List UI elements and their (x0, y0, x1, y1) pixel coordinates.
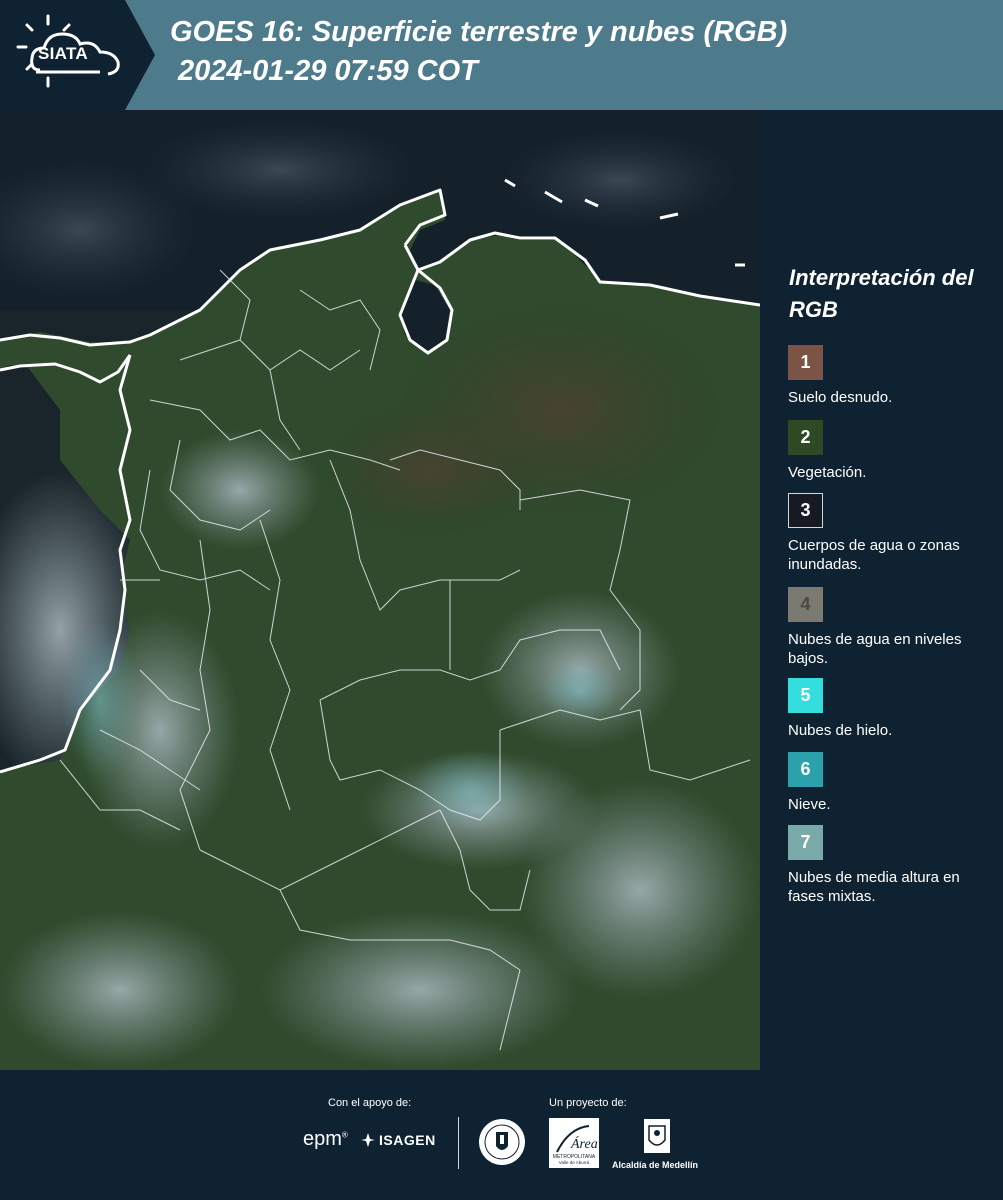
legend-item-1: 1 Suelo desnudo. (788, 345, 998, 407)
legend-swatch: 3 (788, 493, 823, 528)
legend-swatch: 7 (788, 825, 823, 860)
timestamp: 2024-01-29 07:59 COT (178, 55, 478, 87)
legend-item-5: 5 Nubes de hielo. (788, 678, 998, 740)
legend-label: Nubes de media altura en fases mixtas. (788, 869, 960, 905)
area-logo-subtext2: Valle de Aburrá (559, 1160, 590, 1165)
legend-swatch: 1 (788, 345, 823, 380)
legend-title: Interpretación del RGB (789, 265, 974, 322)
project-label: Un proyecto de: (549, 1097, 627, 1109)
legend-label: Vegetación. (788, 464, 867, 481)
epm-logo: epm® (303, 1128, 348, 1150)
university-seal-logo (478, 1118, 526, 1166)
legend-label: Suelo desnudo. (788, 389, 893, 406)
alcaldia-label: Alcaldía de Medellín (612, 1160, 699, 1170)
page: SIATA GOES 16: Superficie terrestre y nu… (0, 0, 1003, 1200)
legend-swatch: 4 (788, 587, 823, 622)
legend-label: Nubes de hielo. (788, 722, 893, 739)
area-logo-text: Área (570, 1135, 598, 1152)
isagen-icon (361, 1133, 375, 1147)
legend-label: Cuerpos de agua o zonas inundadas. (788, 537, 960, 573)
alcaldia-logo (643, 1118, 671, 1154)
logo-text: SIATA (38, 44, 88, 63)
siata-logo: SIATA (0, 0, 155, 110)
footer-divider (458, 1117, 459, 1169)
legend-item-4: 4 Nubes de agua en niveles bajos. (788, 587, 998, 668)
footer: Con el apoyo de: Un proyecto de: epm® IS… (0, 1070, 1003, 1200)
legend-swatch: 2 (788, 420, 823, 455)
legend-item-3: 3 Cuerpos de agua o zonas inundadas. (788, 493, 998, 574)
legend-swatch: 6 (788, 752, 823, 787)
legend-item-7: 7 Nubes de media altura en fases mixtas. (788, 825, 998, 906)
legend-label: Nieve. (788, 796, 831, 813)
satellite-map (0, 110, 760, 1070)
legend-swatch: 5 (788, 678, 823, 713)
header-bar: SIATA GOES 16: Superficie terrestre y nu… (0, 0, 1003, 110)
isagen-logo: ISAGEN (360, 1132, 436, 1148)
area-metropolitana-logo: Área METROPOLITANA Valle de Aburrá (549, 1118, 599, 1168)
legend-item-2: 2 Vegetación. (788, 420, 998, 482)
support-label: Con el apoyo de: (328, 1097, 412, 1109)
legend-label: Nubes de agua en niveles bajos. (788, 631, 962, 667)
page-title: GOES 16: Superficie terrestre y nubes (R… (170, 16, 788, 48)
legend-item-6: 6 Nieve. (788, 752, 998, 814)
legend-panel: Interpretación del RGB 1 Suelo desnudo. … (760, 110, 1003, 1070)
